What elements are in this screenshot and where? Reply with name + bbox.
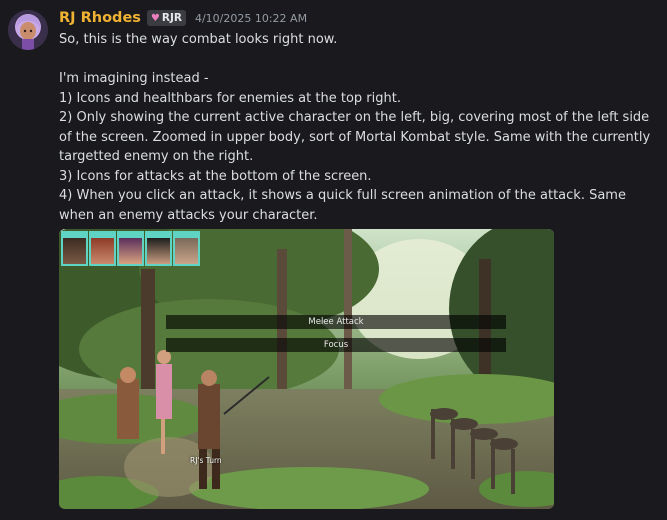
party-portraits [61, 231, 200, 266]
screenshot-attachment[interactable]: Melee Attack Focus RJ's Turn [59, 229, 554, 509]
focus-button[interactable]: Focus [166, 338, 506, 352]
message-line: I'm imagining instead - [59, 71, 209, 86]
forest-battle-scene [59, 229, 554, 509]
guild-tag-label: RJR [161, 12, 182, 24]
username[interactable]: RJ Rhodes [59, 10, 141, 26]
message-line: 4) When you click an attack, it shows a … [59, 188, 626, 223]
message-body: So, this is the way combat looks right n… [59, 30, 659, 225]
turn-indicator: RJ's Turn [190, 456, 222, 465]
portrait-slot[interactable] [61, 231, 88, 266]
heart-icon: ♥ [150, 12, 160, 24]
message-line: 3) Icons for attacks at the bottom of th… [59, 168, 372, 184]
timestamp: 4/10/2025 10:22 AM [194, 11, 308, 25]
message-header: RJ Rhodes ♥ RJR 4/10/2025 10:22 AM [59, 8, 307, 28]
portrait-slot[interactable] [145, 231, 172, 266]
portrait-slot[interactable] [117, 231, 144, 266]
message-line: 1) Icons and healthbars for enemies at t… [59, 90, 401, 106]
portrait-slot[interactable] [173, 231, 200, 266]
message-line: So, this is the way combat looks right n… [59, 32, 338, 47]
message-line-break [59, 50, 659, 70]
guild-tag[interactable]: ♥ RJR [146, 10, 186, 26]
portrait-slot[interactable] [89, 231, 116, 266]
message-line: 2) Only showing the current active chara… [59, 110, 651, 164]
user-avatar[interactable] [8, 10, 48, 50]
melee-attack-button[interactable]: Melee Attack [166, 315, 506, 329]
